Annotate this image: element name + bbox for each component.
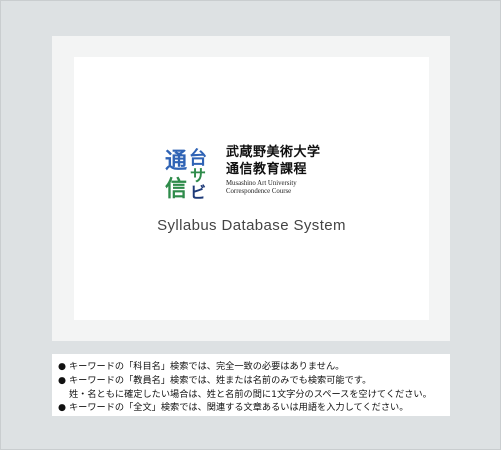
bullet-icon: ● (58, 361, 67, 372)
note-text: 姓・名ともに確定したい場合は、姓と名前の間に1文字分のスペースを空けてください。 (69, 389, 432, 400)
university-name-english: Musashino Art University (226, 180, 297, 187)
bullet-icon: ● (58, 375, 67, 386)
note-text: キーワードの「教員名」検索では、姓または名前のみでも検索可能です。 (69, 375, 372, 386)
note-text: キーワードの「全文」検索では、関連する文章あるいは用語を入力してください。 (69, 402, 409, 413)
course-name: 通信教育課程 (226, 162, 308, 177)
note-item: ● キーワードの「全文」検索では、関連する文章あるいは用語を入力してください。 (58, 402, 408, 414)
logo-char-bi: ビ (190, 183, 206, 200)
university-logo: 通 信 台 サ ビ 武蔵野美術大学 通信教育課程 Musashino Art U… (164, 144, 339, 200)
bullet-icon: ● (58, 402, 67, 413)
system-title: Syllabus Database System (157, 217, 346, 234)
note-item: ● キーワードの「科目名」検索では、完全一致の必要はありません。 (58, 361, 344, 373)
course-name-english: Correspondence Course (226, 188, 292, 195)
note-item: ● キーワードの「教員名」検索では、姓または名前のみでも検索可能です。 (58, 375, 371, 387)
logo-char-tsu: 通 (165, 149, 187, 174)
note-text: キーワードの「科目名」検索では、完全一致の必要はありません。 (69, 361, 345, 372)
logo-char-shin: 信 (165, 176, 187, 200)
logo-mark-icon: 通 信 台 サ ビ (165, 146, 207, 200)
university-name: 武蔵野美術大学 (226, 145, 321, 160)
note-item: 姓・名ともに確定したい場合は、姓と名前の間に1文字分のスペースを空けてください。 (69, 389, 432, 401)
